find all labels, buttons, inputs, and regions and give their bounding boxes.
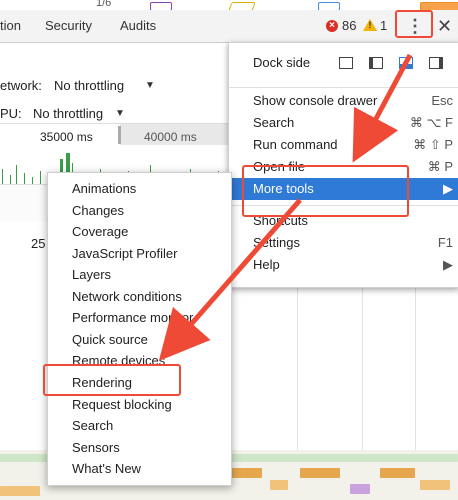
annotation-arrow-to-rendering xyxy=(158,198,302,362)
annotation-arrow-to-more-tools xyxy=(352,53,413,163)
annotation-arrows xyxy=(158,53,413,362)
